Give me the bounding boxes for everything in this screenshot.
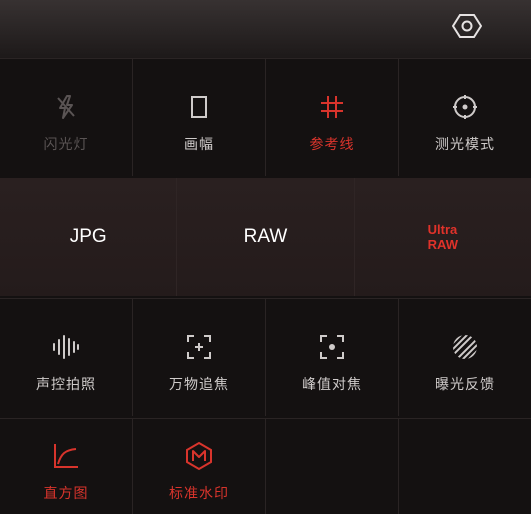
frame-ratio-icon (184, 92, 214, 122)
focus-peaking-toggle[interactable]: 峰值对焦 (266, 299, 399, 416)
focus-peak-icon (317, 332, 347, 362)
frame-ratio-toggle[interactable]: 画幅 (133, 59, 266, 176)
flash-label: 闪光灯 (43, 136, 89, 153)
watermark-m-icon (184, 441, 214, 471)
exposure-feedback-toggle[interactable]: 曝光反馈 (399, 299, 531, 416)
subject-tracking-toggle[interactable]: 万物追焦 (133, 299, 266, 416)
quick-settings-row-4: 直方图 标准水印 (0, 418, 531, 514)
subject-tracking-label: 万物追焦 (169, 376, 229, 393)
quick-settings-row-3: 声控拍照 万物追焦 峰值对焦 曝光反馈 (0, 298, 531, 416)
histogram-label: 直方图 (43, 485, 89, 502)
voice-shutter-toggle[interactable]: 声控拍照 (0, 299, 133, 416)
format-jpg-label: JPG (69, 226, 107, 247)
voice-shutter-label: 声控拍照 (36, 376, 96, 393)
frame-ratio-label: 画幅 (184, 136, 214, 153)
flash-off-icon (51, 92, 81, 122)
empty-slot (266, 419, 399, 514)
watermark-toggle[interactable]: 标准水印 (133, 419, 266, 514)
metering-label: 测光模式 (435, 136, 495, 153)
quick-settings-row-1: 闪光灯 画幅 参考线 测光模式 (0, 58, 531, 176)
ultra-raw-line1: Ultra (427, 222, 458, 237)
metering-icon (450, 92, 480, 122)
hexagon-gear-icon (452, 14, 482, 38)
flash-toggle[interactable]: 闪光灯 (0, 59, 133, 176)
format-raw-button[interactable]: RAW (177, 178, 355, 296)
focus-track-icon (184, 332, 214, 362)
histogram-toggle[interactable]: 直方图 (0, 419, 133, 514)
format-raw-label: RAW (243, 226, 288, 247)
ultra-raw-line2: RAW (427, 237, 458, 252)
watermark-label: 标准水印 (169, 485, 229, 502)
voice-wave-icon (51, 332, 81, 362)
metering-toggle[interactable]: 测光模式 (399, 59, 531, 176)
grid-label: 参考线 (309, 136, 355, 153)
exposure-stripes-icon (450, 332, 480, 362)
camera-settings-panel: 闪光灯 画幅 参考线 测光模式 JPG RAW Ultra RAW 声控拍照 万… (0, 0, 531, 514)
format-jpg-button[interactable]: JPG (0, 178, 178, 296)
settings-button[interactable] (449, 8, 485, 44)
grid-icon (317, 92, 347, 122)
focus-peaking-label: 峰值对焦 (302, 376, 362, 393)
empty-slot (399, 419, 531, 514)
format-selector: JPG RAW Ultra RAW (0, 178, 531, 296)
format-ultra-raw-label: Ultra RAW (428, 222, 458, 252)
exposure-feedback-label: 曝光反馈 (435, 376, 495, 393)
format-ultra-raw-button[interactable]: Ultra RAW (355, 178, 531, 296)
histogram-icon (51, 441, 81, 471)
grid-toggle[interactable]: 参考线 (266, 59, 399, 176)
